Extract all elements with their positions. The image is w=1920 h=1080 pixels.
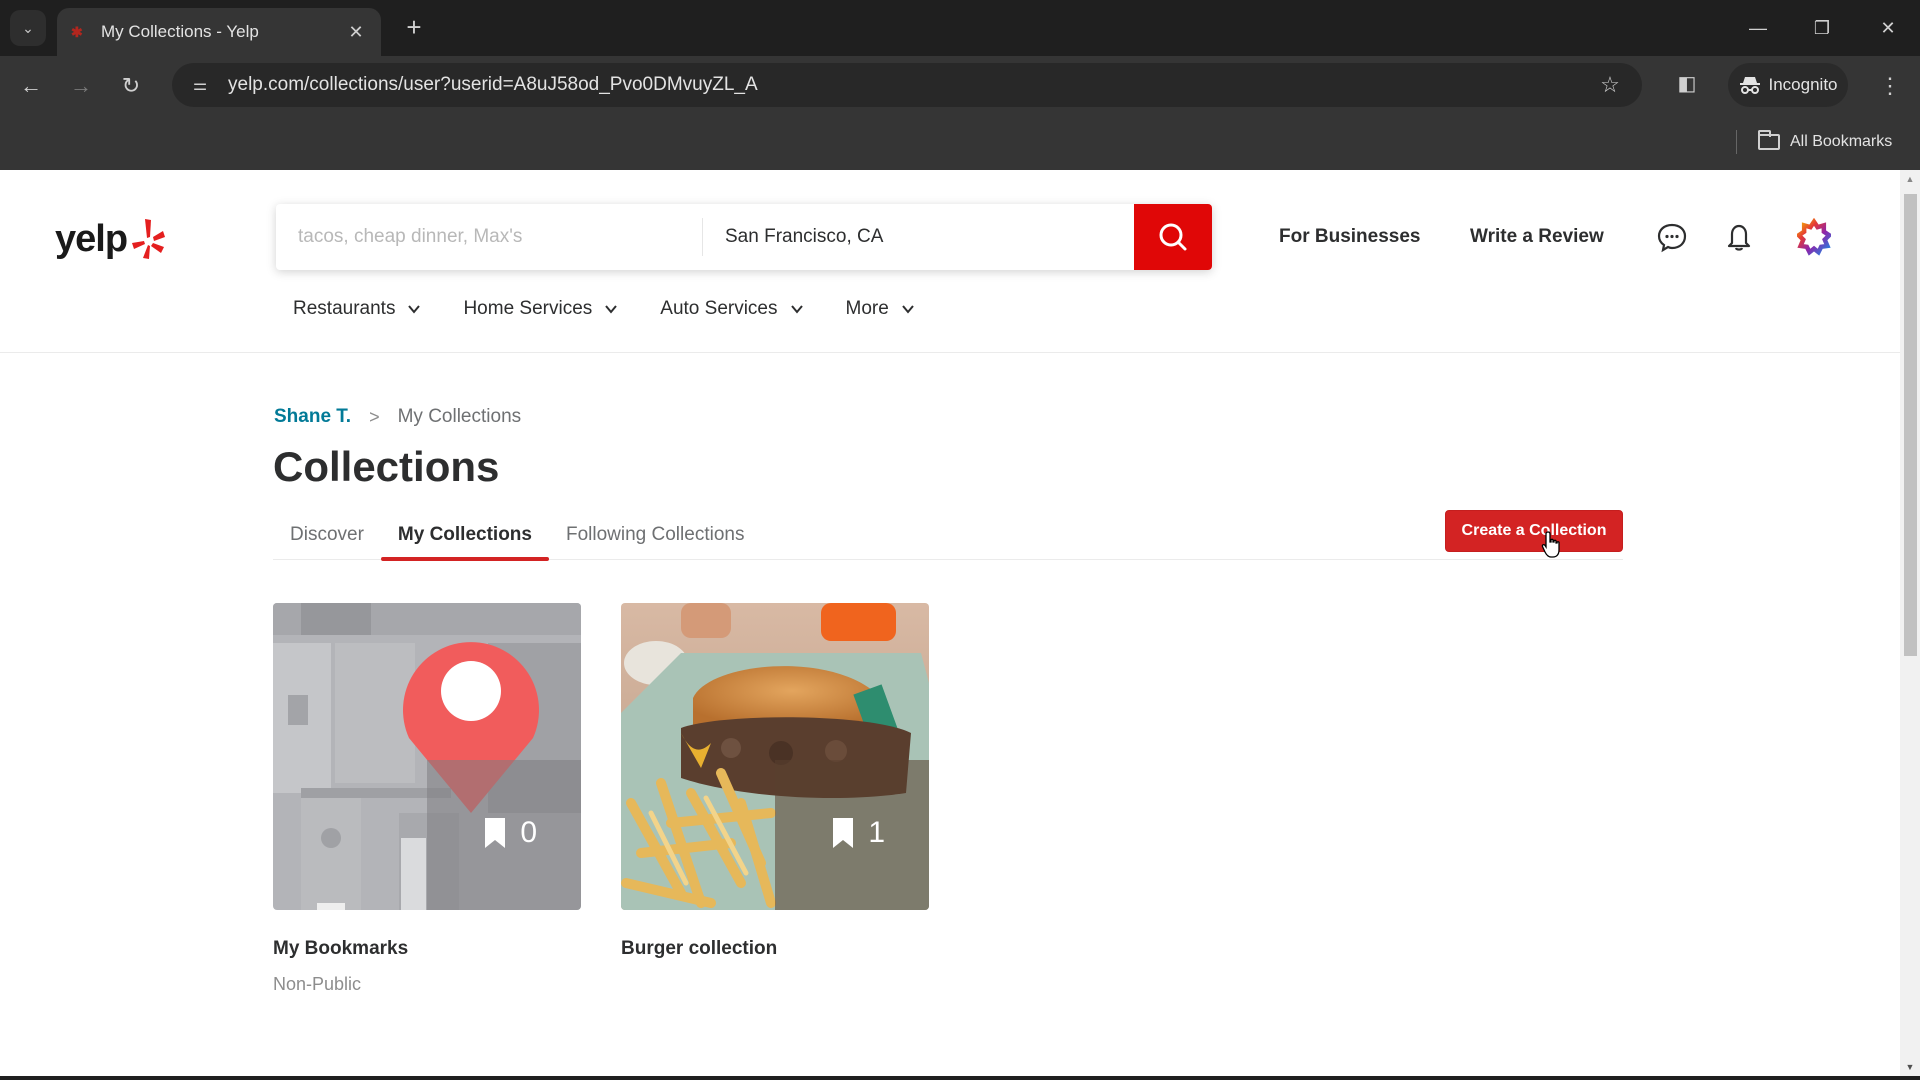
notifications-button[interactable] [1722,220,1756,254]
bookmarks-separator [1736,130,1737,154]
all-bookmarks-button[interactable]: All Bookmarks [1758,128,1892,156]
tab-search-button[interactable]: ⌄ [10,10,46,46]
incognito-icon [1739,77,1760,94]
incognito-label: Incognito [1768,75,1838,94]
search-find-input[interactable] [276,204,702,270]
incognito-indicator[interactable]: Incognito [1728,63,1848,107]
collection-visibility: Non-Public [273,974,362,994]
breadcrumb-current: My Collections [397,406,522,427]
side-panel-icon[interactable]: ◧ [1672,71,1702,99]
bookmark-star-icon[interactable]: ☆ [1590,72,1630,98]
tab-discover[interactable]: Discover [273,510,381,560]
bookmark-icon [485,818,506,848]
breadcrumb-user-link[interactable]: Shane T. [274,406,351,428]
collection-count-value: 1 [868,816,885,849]
close-window-button[interactable]: ✕ [1868,12,1908,44]
tab-my-collections[interactable]: My Collections [380,510,550,561]
collection-title[interactable]: Burger collection [621,938,929,960]
hand-cursor-icon [1541,531,1560,558]
yelp-logo-text: yelp [55,217,128,260]
scrollbar-thumb[interactable] [1904,194,1917,656]
collection-card[interactable]: 0 My Bookmarks Non-Public [273,603,581,995]
browser-tab-bar: ⌄ ✱ My Collections - Yelp ✕ + — ❐ ✕ [0,0,1920,56]
forward-button[interactable]: → [64,69,98,103]
url-text[interactable]: yelp.com/collections/user?userid=A8uJ58o… [228,74,1590,96]
yelp-page: yelp For Businesses Write a Review [0,170,1900,1076]
page-title: Collections [273,443,500,490]
address-bar[interactable]: ⚌ yelp.com/collections/user?userid=A8uJ5… [172,63,1642,107]
bookmarks-bar: All Bookmarks [0,114,1920,170]
search-icon [1159,223,1187,251]
category-home-services[interactable]: Home Services [463,296,618,322]
category-auto-services[interactable]: Auto Services [660,296,803,322]
browser-toolbar: ← → ↻ ⚌ yelp.com/collections/user?userid… [0,56,1920,114]
close-tab-icon[interactable]: ✕ [341,22,371,43]
category-label: Restaurants [293,298,396,319]
collection-thumbnail[interactable]: 0 [273,603,581,910]
create-collection-button[interactable]: Create a Collection [1445,510,1623,552]
category-nav: Restaurants Home Services Auto Services … [293,296,957,322]
collection-count-value: 0 [520,816,537,849]
arrow-right-icon: → [70,73,92,98]
chevron-down-icon: ⌄ [22,19,34,36]
reload-icon: ↻ [121,73,141,98]
scroll-down-arrow-icon[interactable]: ▼ [1900,1058,1920,1076]
restore-window-button[interactable]: ❐ [1802,12,1842,44]
avatar-icon [1797,218,1831,256]
yelp-burst-icon [132,219,166,259]
chevron-down-icon [902,305,914,314]
category-more[interactable]: More [846,296,915,322]
page-scrollbar[interactable]: ▲ ▼ [1900,170,1920,1076]
write-review-link[interactable]: Write a Review [1470,226,1604,248]
search-submit-button[interactable] [1134,204,1212,270]
breadcrumb: Shane T. > My Collections [274,406,521,428]
collection-card[interactable]: 1 Burger collection [621,603,929,960]
browser-tab-active[interactable]: ✱ My Collections - Yelp ✕ [57,8,381,56]
taskbar-edge [0,1076,1920,1080]
category-label: Home Services [463,298,593,319]
collection-count: 1 [832,816,885,850]
chevron-down-icon [605,305,618,314]
collection-title[interactable]: My Bookmarks [273,938,581,960]
scroll-up-arrow-icon[interactable]: ▲ [1900,170,1920,188]
back-button[interactable]: ← [14,69,48,103]
category-restaurants[interactable]: Restaurants [293,296,421,322]
yelp-logo[interactable]: yelp [55,214,175,264]
arrow-left-icon: ← [20,73,42,98]
all-bookmarks-label: All Bookmarks [1790,133,1893,150]
bell-icon [1727,224,1751,251]
search-bar [276,204,1212,270]
browser-menu-icon[interactable]: ⋮ [1875,69,1905,103]
bookmark-icon [833,818,854,848]
chevron-down-icon [790,305,803,314]
yelp-favicon-icon: ✱ [71,24,83,40]
messages-button[interactable] [1655,220,1689,254]
header-divider [0,352,1900,353]
tab-following-collections[interactable]: Following Collections [549,510,761,560]
minimize-window-button[interactable]: — [1738,12,1778,44]
folder-icon [1758,130,1780,150]
collection-count: 0 [484,816,537,850]
collection-thumbnail[interactable]: 1 [621,603,929,910]
category-label: More [845,298,889,319]
chevron-right-icon: > [369,406,380,427]
new-tab-button[interactable]: + [398,12,430,44]
chat-bubble-icon [1657,223,1687,253]
burger-photo-image [621,603,929,910]
map-pin-placeholder-image [273,603,581,910]
category-label: Auto Services [660,298,778,319]
user-avatar[interactable] [1797,218,1831,256]
collections-tabs: Discover My Collections Following Collec… [273,510,1623,561]
chevron-down-icon [408,305,421,314]
search-near-input[interactable] [703,204,1134,270]
reload-button[interactable]: ↻ [114,69,148,103]
for-businesses-link[interactable]: For Businesses [1279,226,1421,248]
site-info-icon[interactable]: ⚌ [180,75,220,95]
tab-title: My Collections - Yelp [101,22,259,41]
